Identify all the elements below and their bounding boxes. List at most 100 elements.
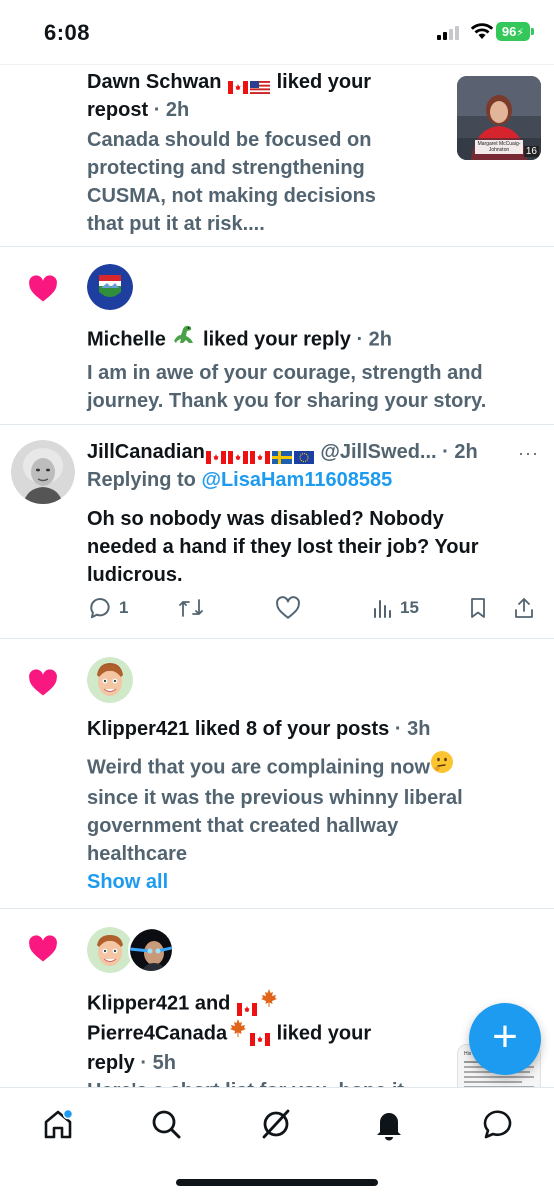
tweet-author-handle[interactable]: @JillSwed... xyxy=(320,441,436,463)
replying-to: Replying to @LisaHam11608585 xyxy=(87,469,392,492)
retweet-icon xyxy=(179,599,203,617)
preview-line: Weird that you are complaining now xyxy=(87,756,430,779)
status-time: 6:08 xyxy=(44,20,91,45)
notification-header: Klipper421 liked 8 of your posts · 3h xyxy=(87,715,430,743)
notification-action: liked your reply xyxy=(203,328,351,351)
preview-line: Here's a short list for you, hope it xyxy=(87,1077,404,1087)
tweet-actions: 1 15 xyxy=(87,594,542,624)
media-thumbnail[interactable]: Margaret McCuaig-Johnston 16 xyxy=(457,76,541,160)
bookmark-button[interactable] xyxy=(467,594,489,622)
heart-icon xyxy=(29,935,57,962)
preview-line: healthcare xyxy=(87,843,188,865)
usa-flag-icon xyxy=(250,74,271,95)
reply-count: 1 xyxy=(119,598,129,617)
wifi-icon xyxy=(470,23,494,39)
notification-title[interactable]: Klipper421 liked 8 of your posts xyxy=(87,718,389,740)
bookmark-icon xyxy=(471,598,485,618)
user-name[interactable]: Pierre4Canada xyxy=(87,1022,227,1044)
heart-icon xyxy=(29,275,57,302)
notification-object: repost xyxy=(87,99,149,121)
notification-item[interactable]: Klipper421 liked 8 of your posts · 3h We… xyxy=(0,639,554,909)
grok-icon[interactable] xyxy=(258,1106,294,1142)
preview-line: I am in awe of your courage, strength an… xyxy=(87,362,483,384)
avatar[interactable] xyxy=(87,657,133,703)
dinosaur-emoji-icon xyxy=(171,323,197,353)
preview-line: protecting and strengthening xyxy=(87,157,365,179)
notification-action: liked your xyxy=(276,1022,372,1045)
compose-button[interactable]: + xyxy=(469,1003,541,1075)
messages-icon[interactable] xyxy=(480,1106,516,1142)
notification-object: reply xyxy=(87,1052,135,1074)
avatar[interactable] xyxy=(128,927,174,973)
canada-flag-icon xyxy=(228,74,249,95)
maple-leaf-icon xyxy=(227,1017,249,1047)
retweet-button[interactable] xyxy=(177,594,205,622)
replying-to-handle[interactable]: @LisaHam11608585 xyxy=(201,469,392,491)
notification-preview[interactable]: I am in awe of your courage, strength an… xyxy=(87,359,486,415)
tweet-text[interactable]: Oh so nobody was disabled? Nobody needed… xyxy=(87,505,527,589)
timestamp: · 5h xyxy=(140,1052,176,1074)
like-button[interactable] xyxy=(275,594,301,622)
search-icon[interactable] xyxy=(148,1106,184,1142)
battery-level: 96 xyxy=(501,24,517,39)
timestamp: · 3h xyxy=(394,718,431,740)
home-icon[interactable] xyxy=(40,1106,76,1142)
thumbnail-caption: Margaret McCuaig-Johnston xyxy=(477,141,521,153)
views-button[interactable]: 15 xyxy=(372,594,419,622)
preview-line: since it was the previous whinny liberal xyxy=(87,787,463,809)
share-icon xyxy=(515,598,533,618)
analytics-icon xyxy=(374,600,391,618)
battery-icon: 96⚡ xyxy=(496,22,530,41)
more-options-icon[interactable]: ··· xyxy=(518,443,539,464)
avatar[interactable] xyxy=(87,264,133,310)
canada-flag-icon xyxy=(227,444,248,465)
user-name[interactable]: Dawn Schwan xyxy=(87,71,221,93)
notification-item[interactable]: Klipper421 and Pierre4Canada liked your … xyxy=(0,909,554,1087)
views-count: 15 xyxy=(400,598,419,617)
notification-header: Dawn Schwan liked your repost · 2h xyxy=(87,68,371,124)
reply-button[interactable]: 1 xyxy=(87,594,128,622)
canada-flag-icon xyxy=(250,1026,271,1046)
preview-line: journey. Thank you for sharing your stor… xyxy=(87,390,487,412)
tweet-author-name[interactable]: JillCanadian xyxy=(87,441,205,463)
tweet-text-line: Oh so nobody was disabled? Nobody xyxy=(87,508,444,530)
notification-header: Michelle liked your reply · 2h xyxy=(87,325,392,355)
signal-icon xyxy=(437,26,463,40)
maple-leaf-icon xyxy=(258,987,280,1017)
tweet-author-avatar[interactable] xyxy=(11,440,75,504)
battery-tip xyxy=(531,28,534,35)
timestamp: · 2h xyxy=(153,99,190,121)
thinking-face-emoji-icon xyxy=(430,750,454,782)
preview-line: government that created hallway xyxy=(87,815,399,837)
notifications-bell-icon[interactable] xyxy=(371,1106,407,1142)
eu-flag-icon xyxy=(293,444,314,465)
status-bar: 6:08 96⚡ xyxy=(0,0,554,64)
notification-item[interactable]: Dawn Schwan liked your repost · 2h Canad… xyxy=(0,65,554,247)
notification-preview[interactable]: Canada should be focused on protecting a… xyxy=(87,126,376,238)
notification-header: Klipper421 and Pierre4Canada liked your … xyxy=(87,989,371,1077)
tweet-header: JillCanadian @JillSwed... · 2h xyxy=(87,438,478,466)
user-name[interactable]: Michelle xyxy=(87,328,166,350)
notifications-feed[interactable]: Dawn Schwan liked your repost · 2h Canad… xyxy=(0,65,554,1087)
avatar[interactable] xyxy=(87,927,133,973)
show-all-link[interactable]: Show all xyxy=(87,871,168,894)
tweet-text-line: needed a hand if they lost their job? Yo… xyxy=(87,536,479,558)
notification-preview[interactable]: Here's a short list for you, hope it xyxy=(87,1077,404,1087)
sweden-flag-icon xyxy=(271,444,292,465)
tweet-text-line: ludicrous. xyxy=(87,564,183,586)
user-names[interactable]: Klipper421 and xyxy=(87,992,230,1014)
replying-to-label: Replying to xyxy=(87,469,196,491)
timestamp: · 2h xyxy=(356,328,393,351)
thumbnail-badge: 16 xyxy=(523,146,539,157)
tweet-timestamp: · 2h xyxy=(442,441,478,463)
canada-flag-icon xyxy=(205,444,226,465)
notification-preview[interactable]: Weird that you are complaining now since… xyxy=(87,750,463,868)
canada-flag-icon xyxy=(249,444,270,465)
share-button[interactable] xyxy=(512,594,536,622)
preview-line: CUSMA, not making decisions xyxy=(87,185,376,207)
notification-item[interactable]: Michelle liked your reply · 2h I am in a… xyxy=(0,247,554,425)
home-indicator xyxy=(176,1179,378,1186)
preview-line: Canada should be focused on xyxy=(87,129,372,151)
notification-action: liked your xyxy=(276,71,372,93)
preview-line: that put it at risk.... xyxy=(87,213,265,235)
